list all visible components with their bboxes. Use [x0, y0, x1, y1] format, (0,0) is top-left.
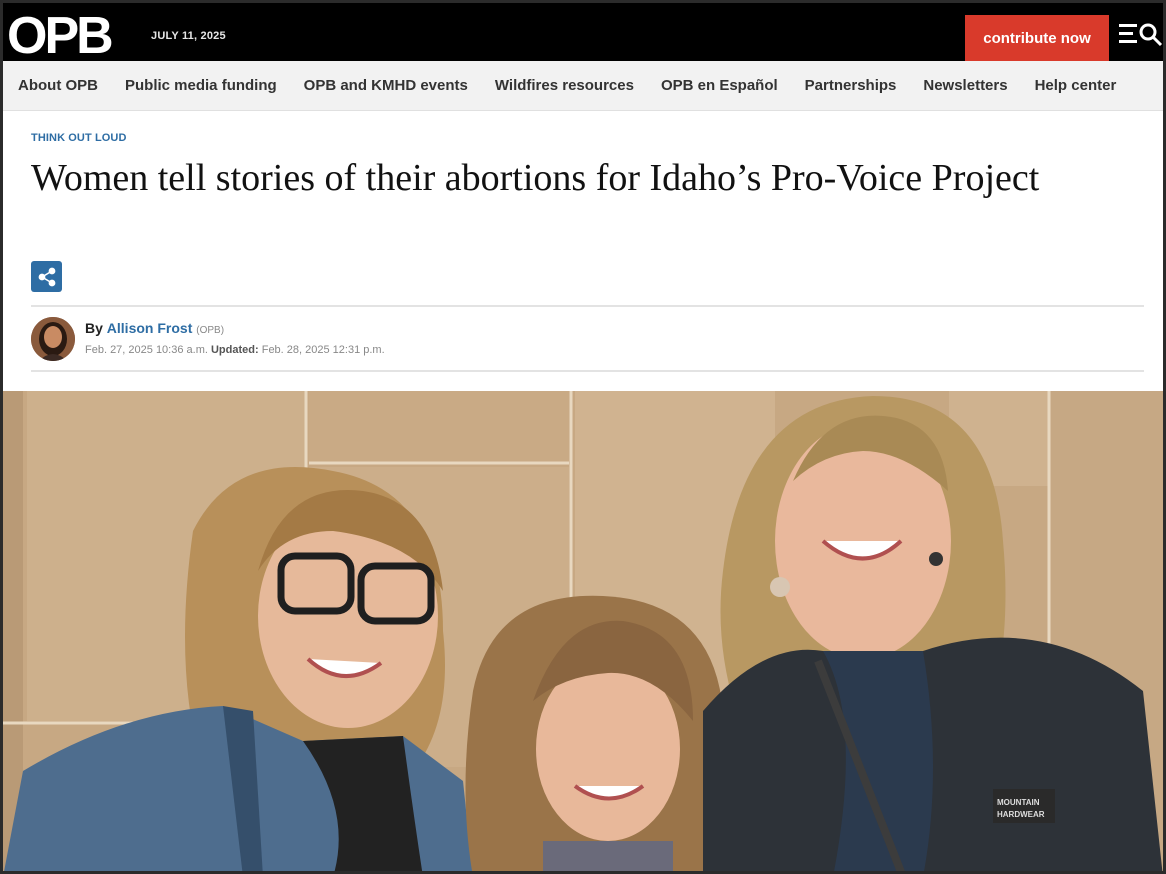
page-frame: OPB JULY 11, 2025 contribute now About O… [0, 0, 1166, 874]
divider [31, 370, 1144, 372]
divider [31, 305, 1144, 307]
article-header: THINK OUT LOUD Women tell stories of the… [3, 111, 1163, 391]
nav-item-help-center[interactable]: Help center [1035, 77, 1117, 94]
article-hero-photo: MOUNTAIN HARDWEAR [3, 391, 1163, 871]
person-middle [465, 595, 725, 871]
author-org: (OPB) [196, 325, 225, 336]
nav-item-opb-kmhd-events[interactable]: OPB and KMHD events [304, 77, 468, 94]
updated-label: Updated: [210, 344, 259, 356]
published-date: Feb. 27, 2025 10:36 a.m. [85, 344, 208, 356]
contribute-button[interactable]: contribute now [965, 15, 1109, 61]
updated-date: Feb. 28, 2025 12:31 p.m. [261, 344, 385, 356]
hamburger-menu-icon [1119, 24, 1137, 43]
article-dates: Feb. 27, 2025 10:36 a.m. Updated: Feb. 2… [85, 344, 385, 356]
top-bar: OPB JULY 11, 2025 contribute now [3, 3, 1163, 61]
menu-search-button[interactable] [1119, 21, 1165, 51]
article-headline: Women tell stories of their abortions fo… [31, 157, 1040, 199]
author-link[interactable]: Allison Frost [107, 320, 193, 336]
svg-text:MOUNTAIN: MOUNTAIN [997, 798, 1040, 807]
author-avatar[interactable] [31, 317, 75, 361]
nav-item-about-opb[interactable]: About OPB [18, 77, 98, 94]
share-icon [38, 267, 55, 286]
section-kicker[interactable]: THINK OUT LOUD [31, 132, 127, 144]
byline: By Allison Frost (OPB) [85, 320, 224, 336]
main-nav: About OPB Public media funding OPB and K… [3, 61, 1163, 111]
nav-item-public-media-funding[interactable]: Public media funding [125, 77, 277, 94]
nav-item-wildfires-resources[interactable]: Wildfires resources [495, 77, 634, 94]
header-date: JULY 11, 2025 [151, 30, 226, 42]
share-button[interactable] [31, 261, 62, 292]
opb-logo[interactable]: OPB [7, 9, 141, 59]
search-icon [1139, 23, 1163, 47]
svg-text:HARDWEAR: HARDWEAR [997, 810, 1045, 819]
hero-photo-illustration: MOUNTAIN HARDWEAR [3, 391, 1163, 871]
nav-item-newsletters[interactable]: Newsletters [923, 77, 1007, 94]
byline-by: By [85, 320, 103, 336]
nav-item-partnerships[interactable]: Partnerships [805, 77, 897, 94]
logo-text: OPB [7, 9, 112, 59]
nav-item-opb-en-espanol[interactable]: OPB en Español [661, 77, 778, 94]
